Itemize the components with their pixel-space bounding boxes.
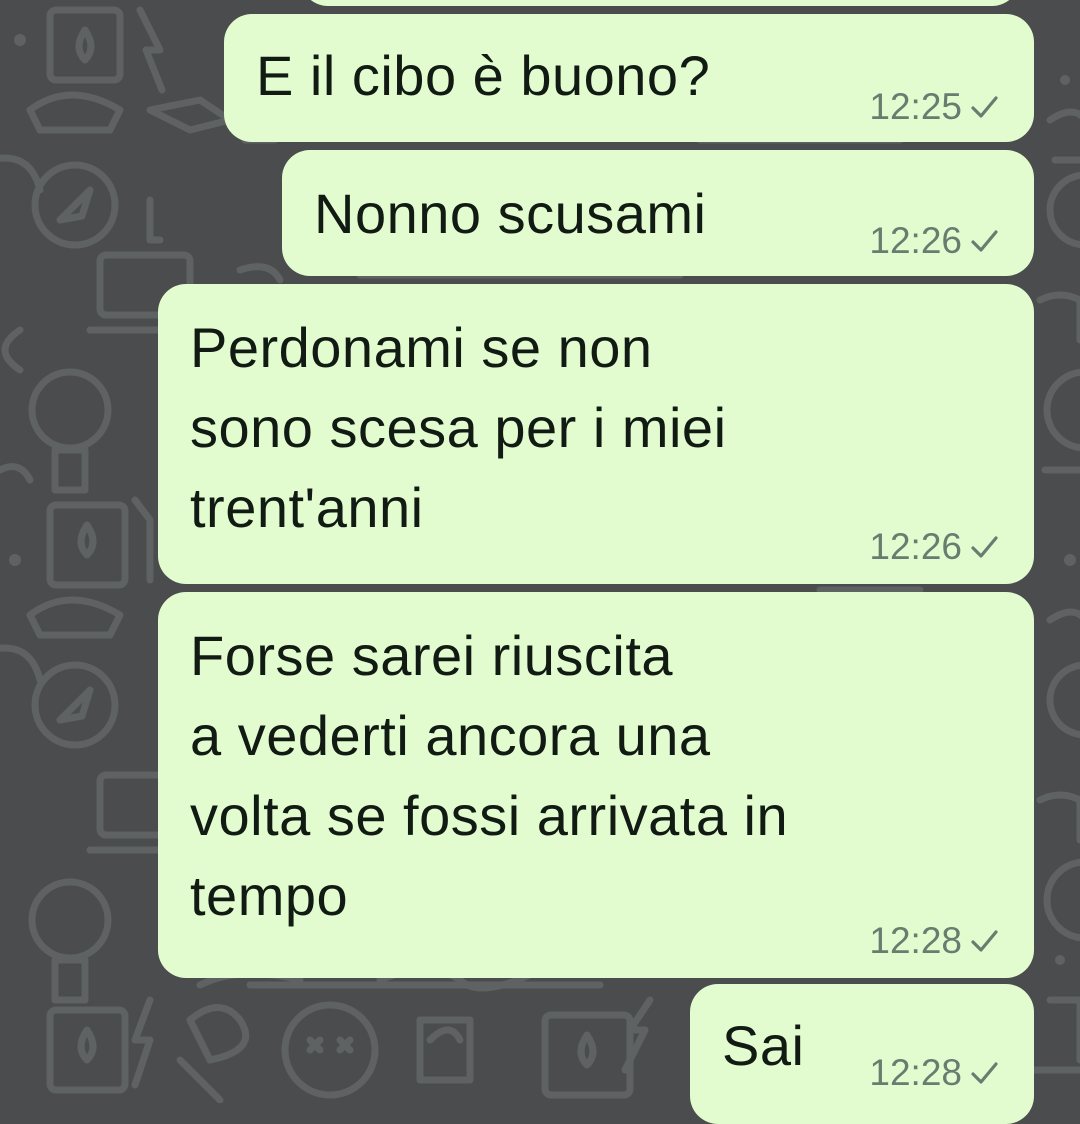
previous-message-bubble[interactable] bbox=[300, 0, 1020, 6]
message-meta: 12:25 bbox=[869, 86, 1000, 128]
message-meta: 12:26 bbox=[869, 220, 1000, 262]
message-text: Forse sarei riuscita a vederti ancora un… bbox=[190, 624, 789, 927]
message-text: Perdonami se non sono scesa per i miei t… bbox=[190, 316, 727, 539]
message-time: 12:28 bbox=[869, 1052, 962, 1093]
message-time: 12:26 bbox=[869, 526, 962, 567]
message-bubble[interactable]: Nonno scusami 12:26 bbox=[282, 150, 1034, 276]
message-text: E il cibo è buono? bbox=[256, 44, 711, 107]
sent-check-icon bbox=[971, 1062, 998, 1084]
message-time: 12:28 bbox=[869, 920, 962, 961]
message-time: 12:26 bbox=[869, 220, 962, 261]
sent-check-icon bbox=[971, 536, 998, 558]
message-text: Sai bbox=[722, 1014, 805, 1077]
message-meta: 12:28 bbox=[869, 920, 1000, 962]
chat-message-list[interactable]: E il cibo è buono? 12:25 Nonno scusami 1… bbox=[0, 0, 1080, 1124]
message-text: Nonno scusami bbox=[314, 182, 707, 245]
message-bubble[interactable]: E il cibo è buono? 12:25 bbox=[224, 14, 1034, 142]
message-bubble[interactable]: Sai 12:28 bbox=[690, 984, 1034, 1124]
message-bubble[interactable]: Perdonami se non sono scesa per i miei t… bbox=[158, 284, 1034, 584]
message-meta: 12:28 bbox=[869, 1052, 1000, 1094]
message-bubble[interactable]: Forse sarei riuscita a vederti ancora un… bbox=[158, 592, 1034, 978]
sent-check-icon bbox=[971, 930, 998, 952]
message-time: 12:25 bbox=[869, 86, 962, 127]
sent-check-icon bbox=[971, 96, 998, 118]
message-meta: 12:26 bbox=[869, 526, 1000, 568]
sent-check-icon bbox=[971, 230, 998, 252]
